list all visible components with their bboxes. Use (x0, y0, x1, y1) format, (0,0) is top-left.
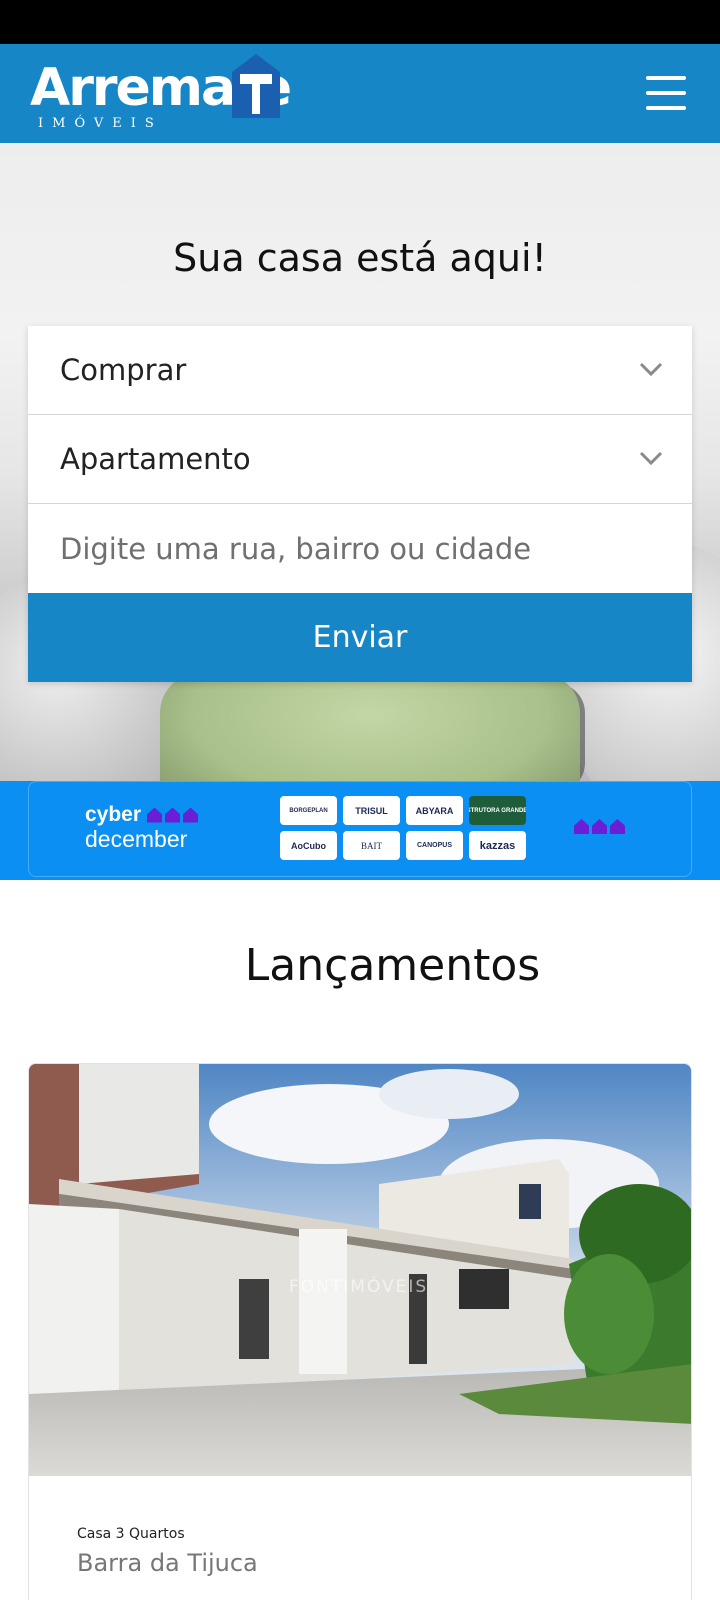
brand-logo: kazzas (469, 831, 526, 860)
app-header: Arremate IMÓVEIS (0, 44, 720, 143)
logo[interactable]: Arremate IMÓVEIS (30, 54, 320, 134)
transaction-select[interactable]: Comprar (28, 326, 692, 415)
listing-type: Casa 3 Quartos (77, 1526, 185, 1542)
brand-logo: BORGEPLAN (280, 796, 337, 825)
promo-banner[interactable]: cyber december BORGEPLAN TRISUL ABYARA C… (0, 781, 720, 880)
property-type-select[interactable]: Apartamento (28, 415, 692, 504)
promo-title-line2: december (85, 826, 188, 852)
submit-button[interactable]: Enviar (28, 593, 692, 682)
menu-button[interactable] (646, 74, 692, 114)
brand-logo: CANOPUS (406, 831, 463, 860)
search-form: Comprar Apartamento Enviar (28, 326, 692, 682)
brand-logo: ABYARA (406, 796, 463, 825)
hero-title: Sua casa está aqui! (173, 236, 547, 280)
transaction-select-value: Comprar (60, 353, 187, 387)
house-icon (147, 807, 163, 823)
chevron-down-icon (639, 362, 663, 377)
chevron-down-icon (639, 451, 663, 466)
house-icon (165, 807, 181, 823)
house-icons (574, 819, 625, 834)
promo-title: cyber december (85, 803, 199, 852)
listing-photo (29, 1064, 691, 1476)
listing-card[interactable]: FONTIMÓVEIS Casa 3 Quartos Barra da Tiju… (28, 1063, 692, 1600)
gavel-icon (232, 54, 280, 118)
brand-logo: CONSTRUTORA GRANDE ABC (469, 796, 526, 825)
brand-logo: BAIT (343, 831, 400, 860)
hero-section: Sua casa está aqui! Comprar Apartamento … (0, 143, 720, 781)
house-icon (183, 807, 199, 823)
location-search-input[interactable] (28, 504, 692, 593)
status-bar (0, 0, 720, 44)
brand-logo: TRISUL (343, 796, 400, 825)
house-icon (610, 819, 625, 834)
property-type-select-value: Apartamento (60, 442, 251, 476)
promo-title-line1: cyber (85, 803, 142, 826)
hero-background-cushion (160, 673, 580, 781)
partner-brands: BORGEPLAN TRISUL ABYARA CONSTRUTORA GRAN… (280, 796, 530, 860)
section-title: Lançamentos (244, 940, 541, 991)
listing-watermark: FONTIMÓVEIS (289, 1277, 429, 1297)
house-icon (592, 819, 607, 834)
brand-logo: AoCubo (280, 831, 337, 860)
logo-subtext: IMÓVEIS (38, 116, 163, 131)
listing-location: Barra da Tijuca (77, 1549, 258, 1577)
house-icons (147, 807, 199, 823)
house-icon (574, 819, 589, 834)
